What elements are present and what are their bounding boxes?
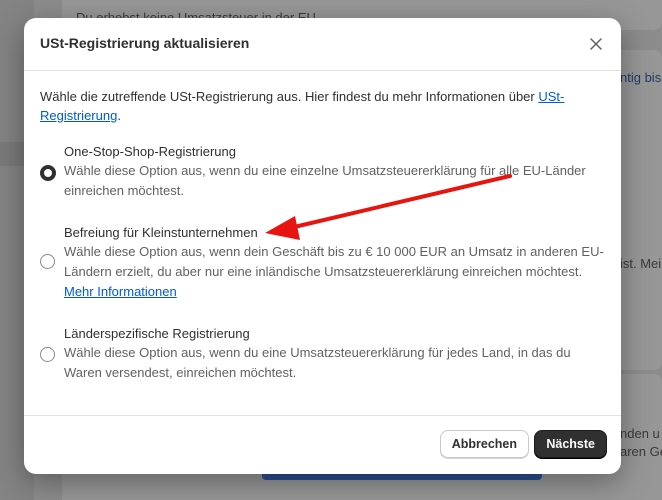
option-description: Wähle diese Option aus, wenn du eine ein…	[64, 163, 586, 198]
close-button[interactable]	[585, 33, 607, 55]
modal-title: USt-Registrierung aktualisieren	[40, 35, 250, 51]
option-small-business-exemption[interactable]: Befreiung für Kleinstunternehmen Wähle d…	[40, 224, 605, 302]
cancel-button[interactable]: Abbrechen	[439, 430, 529, 458]
background-text: ist. Mei	[620, 256, 662, 271]
modal-header: USt-Registrierung aktualisieren	[24, 18, 621, 71]
option-one-stop-shop[interactable]: One-Stop-Shop-Registrierung Wähle diese …	[40, 143, 605, 201]
background-text: aren Ge	[620, 444, 662, 459]
modal-body: Wähle die zutreffende USt-Registrierung …	[24, 71, 621, 383]
more-info-link[interactable]: Mehr Informationen	[64, 284, 177, 299]
intro-text: Wähle die zutreffende USt-Registrierung …	[40, 87, 605, 125]
vat-registration-modal: USt-Registrierung aktualisieren Wähle di…	[24, 18, 621, 474]
intro-text-main: Wähle die zutreffende USt-Registrierung …	[40, 89, 539, 104]
option-title: Befreiung für Kleinstunternehmen	[64, 225, 258, 240]
close-icon	[590, 38, 602, 50]
radio-small-business-exemption[interactable]	[40, 253, 55, 269]
option-description: Wähle diese Option aus, wenn dein Geschä…	[64, 242, 605, 302]
background-text: nden u	[620, 426, 660, 441]
radio-country-specific[interactable]	[40, 347, 55, 363]
option-country-specific[interactable]: Länderspezifische Registrierung Wähle di…	[40, 325, 605, 383]
modal-footer: Abbrechen Nächste	[24, 415, 621, 474]
option-title: One-Stop-Shop-Registrierung	[64, 144, 236, 159]
background-text: ntig bis	[620, 70, 662, 85]
option-description: Wähle diese Option aus, wenn du eine Ums…	[64, 345, 571, 380]
next-button[interactable]: Nächste	[534, 430, 607, 458]
radio-one-stop-shop[interactable]	[40, 165, 56, 182]
option-title: Länderspezifische Registrierung	[64, 326, 250, 341]
intro-text-end: .	[117, 108, 121, 123]
option-description-text: Wähle diese Option aus, wenn dein Geschä…	[64, 244, 604, 279]
